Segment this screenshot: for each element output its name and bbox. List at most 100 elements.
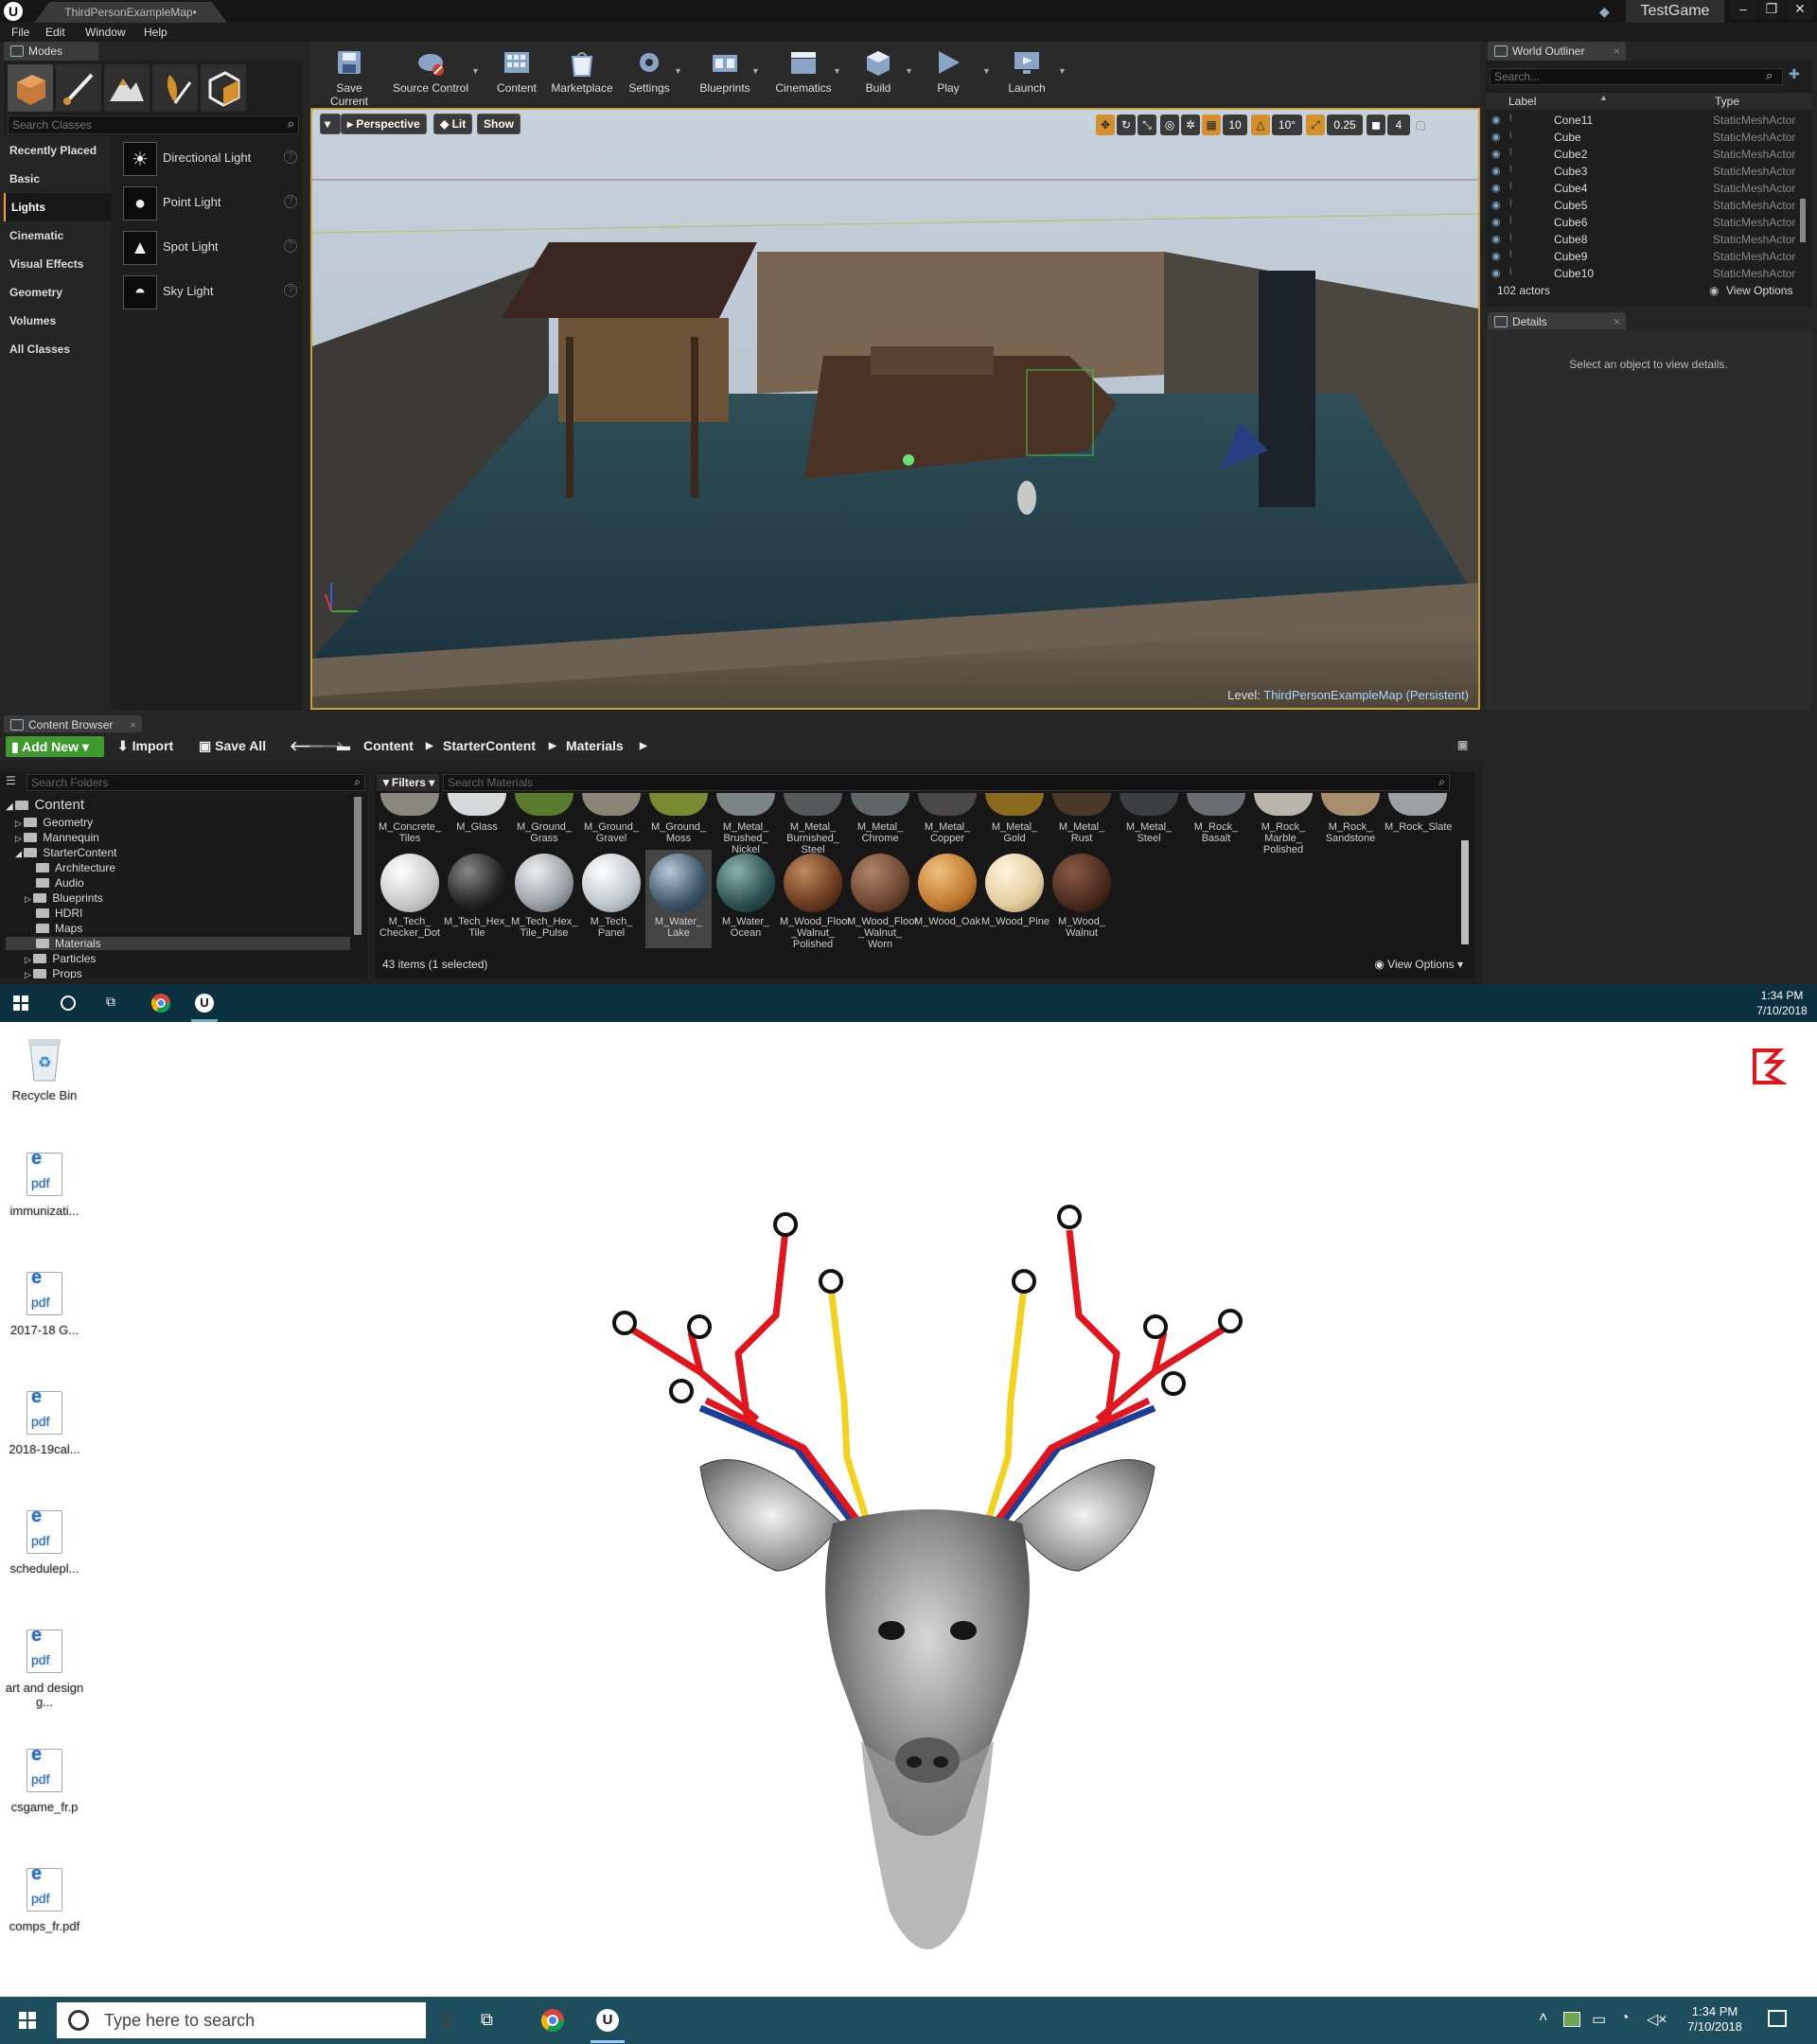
material-tile[interactable]: M_Water_ Ocean bbox=[713, 854, 779, 939]
windows-start-icon[interactable] bbox=[13, 996, 28, 1011]
add-new-button[interactable]: ▮ Add New ▾ bbox=[6, 736, 104, 757]
wifi-icon[interactable]: ◔ bbox=[1620, 2010, 1630, 2027]
folder-hdri[interactable]: HDRI bbox=[36, 907, 82, 920]
outliner-row[interactable]: ◉ ⌇ Cube9 StaticMeshActor bbox=[1486, 248, 1798, 265]
material-tile[interactable]: M_Wood_Oak bbox=[914, 854, 980, 927]
material-tile[interactable]: M_Rock_ Sandstone bbox=[1317, 793, 1384, 844]
eye-icon[interactable]: ◉ bbox=[1491, 233, 1501, 245]
breadcrumb-startercontent[interactable]: StarterContent bbox=[443, 738, 536, 753]
build-button[interactable]: Build bbox=[850, 45, 907, 102]
menu-help[interactable]: Help bbox=[144, 26, 168, 39]
perspective-button[interactable]: ▸ Perspective bbox=[341, 114, 427, 134]
folder-architecture[interactable]: Architecture bbox=[36, 861, 115, 874]
rotation-snap-icon[interactable]: △ bbox=[1251, 115, 1270, 135]
sky-light-item[interactable]: ◓ Sky Light ? bbox=[117, 270, 303, 314]
outliner-row[interactable]: ◉ ⌇ Cube3 StaticMeshActor bbox=[1486, 163, 1798, 180]
task-view-icon[interactable]: ⧉ bbox=[481, 2010, 493, 2030]
outliner-scrollbar[interactable] bbox=[1800, 199, 1806, 242]
paint-mode-button[interactable] bbox=[56, 64, 101, 112]
category-visual-effects[interactable]: Visual Effects bbox=[4, 250, 112, 278]
import-button[interactable]: ⬇ Import bbox=[117, 738, 173, 754]
taskbar-search-input[interactable]: Type here to search 🎙 bbox=[57, 2002, 457, 2038]
chevron-down-icon[interactable]: ▼ bbox=[905, 66, 913, 76]
material-tile[interactable]: M_Metal_ Chrome bbox=[847, 793, 913, 844]
help-icon[interactable]: ? bbox=[284, 284, 297, 297]
material-tile[interactable]: M_Tech_ Panel bbox=[578, 854, 644, 939]
material-tile[interactable]: M_Tech_ Checker_Dot bbox=[377, 854, 443, 939]
material-tile[interactable]: M_Glass bbox=[444, 793, 510, 833]
material-tile-selected[interactable]: M_Water_ Lake bbox=[645, 850, 712, 948]
help-icon[interactable]: ? bbox=[284, 150, 297, 164]
eye-icon[interactable]: ◉ bbox=[1491, 148, 1501, 160]
folder-materials[interactable]: Materials bbox=[6, 937, 350, 950]
tab-world-outliner[interactable]: World Outliner × bbox=[1488, 42, 1626, 61]
tab-content-browser[interactable]: Content Browser × bbox=[4, 715, 142, 734]
eye-icon[interactable]: ◉ bbox=[1491, 131, 1501, 143]
grid-snap-icon[interactable]: ▦ bbox=[1202, 115, 1221, 135]
material-tile[interactable]: M_Metal_ Copper bbox=[914, 793, 980, 844]
camera-speed-value[interactable]: 4 bbox=[1387, 115, 1410, 135]
material-tile[interactable]: M_Tech_Hex_ Tile_Pulse bbox=[511, 854, 577, 939]
eye-icon[interactable]: ◉ bbox=[1491, 250, 1501, 262]
play-button[interactable]: Play bbox=[922, 45, 975, 102]
material-tile[interactable]: M_Rock_ Basalt bbox=[1183, 793, 1249, 844]
breadcrumb-materials[interactable]: Materials bbox=[566, 738, 624, 753]
pdf-file-icon[interactable]: e pdf schedulepl... bbox=[4, 1507, 85, 1576]
close-button[interactable]: ✕ bbox=[1787, 0, 1813, 19]
add-filter-icon[interactable]: ✚ bbox=[1789, 66, 1800, 82]
materials-search-input[interactable]: Search Materials ⌕ bbox=[443, 774, 1450, 791]
folder-blueprints[interactable]: ▷ Blueprints bbox=[25, 891, 103, 905]
point-light-item[interactable]: ● Point Light ? bbox=[117, 181, 303, 225]
eye-icon[interactable]: ◉ bbox=[1491, 267, 1501, 279]
volume-mute-icon[interactable]: ◁× bbox=[1647, 2010, 1667, 2029]
chevron-down-icon[interactable]: ▼ bbox=[833, 66, 841, 76]
close-icon[interactable]: × bbox=[130, 715, 136, 734]
blueprints-button[interactable]: Blueprints bbox=[689, 45, 761, 102]
search-classes-input[interactable]: Search Classes ⌕ bbox=[8, 115, 299, 134]
outliner-row[interactable]: ◉ ⌇ Cone11 StaticMeshActor bbox=[1486, 112, 1798, 129]
scale-snap-icon[interactable]: ⤢ bbox=[1306, 115, 1325, 135]
landscape-mode-button[interactable] bbox=[104, 64, 150, 112]
maximize-viewport-icon[interactable]: ▢ bbox=[1414, 115, 1427, 135]
eye-icon[interactable]: ◉ bbox=[1491, 165, 1501, 177]
category-geometry[interactable]: Geometry bbox=[4, 278, 112, 307]
foliage-mode-button[interactable] bbox=[152, 64, 198, 112]
folder-scrollbar[interactable] bbox=[354, 797, 362, 935]
lock-icon[interactable]: ▣ bbox=[1457, 738, 1468, 751]
content-button[interactable]: Content bbox=[490, 45, 543, 102]
place-mode-button[interactable] bbox=[8, 64, 53, 112]
material-tile[interactable]: M_Metal_ Burnished_ Steel bbox=[780, 793, 846, 855]
close-icon[interactable]: × bbox=[1614, 42, 1620, 61]
eye-icon[interactable]: ◉ bbox=[1491, 199, 1501, 211]
spot-light-item[interactable]: ▲ Spot Light ? bbox=[117, 225, 303, 270]
chevron-up-icon[interactable]: ˄ bbox=[1539, 2010, 1547, 2027]
outliner-row[interactable]: ◉ ⌇ Cube2 StaticMeshActor bbox=[1486, 146, 1798, 163]
chevron-down-icon[interactable]: ▼ bbox=[751, 66, 760, 76]
category-all-classes[interactable]: All Classes bbox=[4, 335, 112, 363]
folder-particles[interactable]: ▷ Particles bbox=[25, 952, 96, 965]
translate-tool-icon[interactable]: ✥ bbox=[1096, 115, 1115, 135]
chrome-icon[interactable] bbox=[541, 2009, 564, 2032]
close-icon[interactable]: × bbox=[1614, 312, 1620, 331]
unreal-taskbar-icon[interactable]: U bbox=[596, 2009, 619, 2032]
category-basic[interactable]: Basic bbox=[4, 165, 112, 193]
save-all-button[interactable]: ▣ Save All bbox=[199, 738, 266, 754]
chrome-icon[interactable] bbox=[151, 994, 170, 1013]
folder-mannequin[interactable]: ▷ Mannequin bbox=[15, 831, 99, 844]
toggle-sources-icon[interactable]: ☰ bbox=[6, 774, 16, 787]
clock[interactable]: 1:34 PM 7/10/2018 bbox=[1677, 2004, 1753, 2035]
unreal-taskbar-icon[interactable]: U bbox=[195, 994, 214, 1013]
show-button[interactable]: Show bbox=[477, 114, 520, 134]
outliner-row[interactable]: ◉ ⌇ Cube5 StaticMeshActor bbox=[1486, 197, 1798, 214]
pdf-file-icon[interactable]: e pdf 2018-19cal... bbox=[4, 1387, 85, 1456]
save-current-button[interactable]: Save Current bbox=[316, 45, 382, 108]
chevron-down-icon[interactable]: ▼ bbox=[982, 66, 991, 76]
help-icon[interactable]: ? bbox=[284, 239, 297, 253]
pdf-file-icon[interactable]: e pdf comps_fr.pdf bbox=[4, 1864, 85, 1933]
category-volumes[interactable]: Volumes bbox=[4, 307, 112, 335]
outliner-search-input[interactable]: Search... bbox=[1490, 68, 1783, 85]
folder-startercontent[interactable]: ◢ StarterContent bbox=[15, 846, 116, 859]
breadcrumb-content[interactable]: Content bbox=[363, 738, 414, 753]
tab-modes[interactable]: Modes bbox=[4, 42, 98, 61]
scale-snap-value[interactable]: 0.25 bbox=[1327, 115, 1363, 135]
